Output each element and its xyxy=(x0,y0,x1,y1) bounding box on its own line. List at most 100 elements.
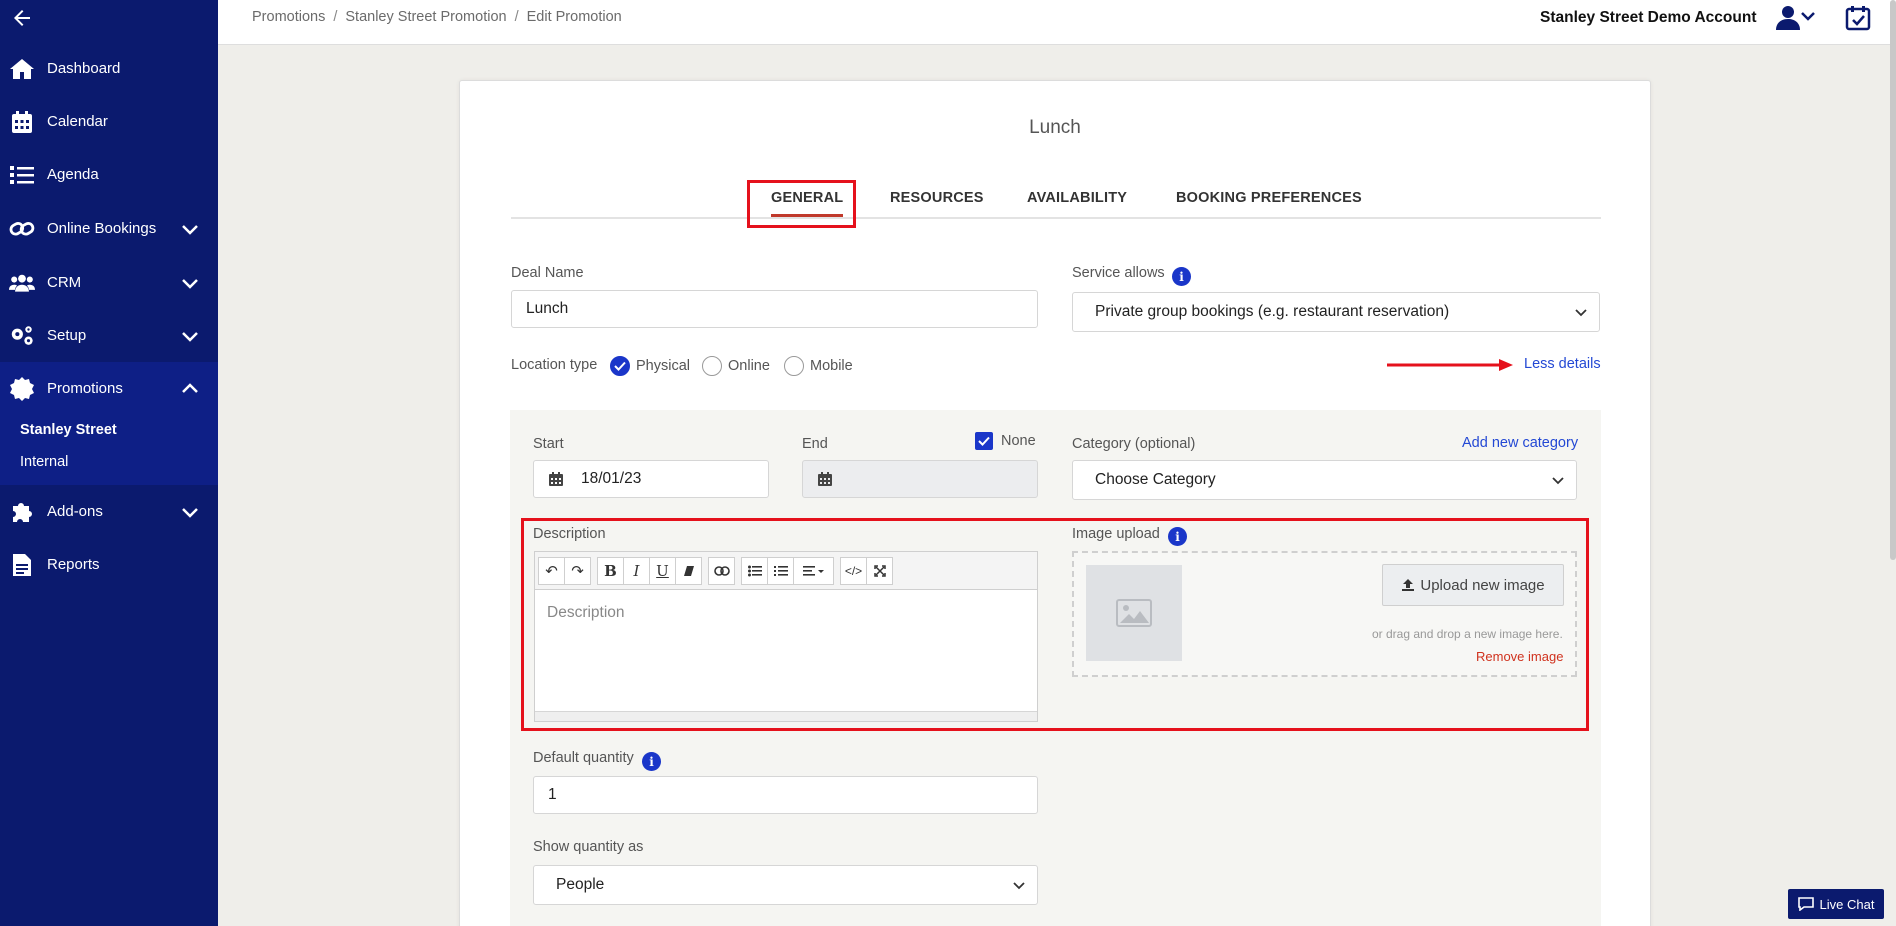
link-icon xyxy=(9,216,35,242)
checkbox-checked-icon xyxy=(975,432,993,450)
image-placeholder-icon xyxy=(1086,565,1182,661)
breadcrumb: Promotions / Stanley Street Promotion / … xyxy=(252,9,622,25)
image-upload-label: Image upload xyxy=(1072,526,1160,542)
eraser-icon[interactable] xyxy=(675,557,702,585)
live-chat-label: Live Chat xyxy=(1819,896,1875,912)
badge-icon xyxy=(9,376,35,402)
sidebar-item-calendar[interactable]: Calendar xyxy=(0,95,218,148)
start-label: Start xyxy=(533,436,564,452)
sidebar-item-label: Agenda xyxy=(47,166,99,183)
fullscreen-icon[interactable] xyxy=(866,557,893,585)
sidebar-item-label: Reports xyxy=(47,556,100,573)
sidebar-item-label: Setup xyxy=(47,327,87,344)
file-icon xyxy=(9,552,35,578)
add-new-category-link[interactable]: Add new category xyxy=(1462,435,1578,451)
default-quantity-label: Default quantity xyxy=(533,750,634,766)
submenu-item-stanley-street[interactable]: Stanley Street xyxy=(20,422,117,438)
upload-new-image-button[interactable]: Upload new image xyxy=(1382,564,1564,606)
end-date-input[interactable] xyxy=(802,460,1038,498)
location-option-label: Mobile xyxy=(810,358,853,374)
info-icon[interactable]: i xyxy=(642,752,661,771)
location-radio-physical[interactable]: Physical xyxy=(610,356,690,376)
category-value: Choose Category xyxy=(1095,471,1216,488)
location-radio-online[interactable]: Online xyxy=(702,356,770,376)
code-view-icon[interactable]: </> xyxy=(840,557,867,585)
numbered-list-icon[interactable] xyxy=(767,557,794,585)
link-icon[interactable] xyxy=(708,557,735,585)
chat-icon xyxy=(1797,897,1814,911)
tab-availability[interactable]: AVAILABILITY xyxy=(1027,190,1127,206)
sidebar-item-label: Calendar xyxy=(47,113,108,130)
start-date-value: 18/01/23 xyxy=(581,470,642,487)
italic-icon[interactable]: I xyxy=(623,557,650,585)
sidebar-item-add-ons[interactable]: Add-ons xyxy=(0,485,218,538)
submenu-item-internal[interactable]: Internal xyxy=(20,454,68,470)
puzzle-icon xyxy=(9,499,35,525)
deal-name-input[interactable]: Lunch xyxy=(511,290,1038,328)
category-label: Category (optional) xyxy=(1072,436,1196,452)
underline-icon[interactable]: U xyxy=(649,557,676,585)
category-select[interactable]: Choose Category xyxy=(1072,460,1577,500)
highlight-box-general-tab xyxy=(747,180,856,228)
breadcrumb-separator: / xyxy=(514,9,519,25)
service-allows-select[interactable]: Private group bookings (e.g. restaurant … xyxy=(1072,292,1600,332)
tab-bar: GENERAL RESOURCES AVAILABILITY BOOKING P… xyxy=(511,176,1601,219)
location-type-label: Location type xyxy=(511,357,598,373)
sidebar-item-promotions[interactable]: Promotions xyxy=(0,362,218,415)
sidebar-item-crm[interactable]: CRM xyxy=(0,256,218,309)
breadcrumb-promotions[interactable]: Promotions xyxy=(252,9,325,25)
sidebar-item-label: Dashboard xyxy=(47,60,121,77)
redo-icon[interactable]: ↷ xyxy=(564,557,591,585)
bullet-list-icon[interactable] xyxy=(741,557,768,585)
image-dropzone[interactable]: Upload new image or drag and drop a new … xyxy=(1072,551,1577,677)
sidebar-item-reports[interactable]: Reports xyxy=(0,538,218,591)
less-details-link[interactable]: Less details xyxy=(1524,356,1601,372)
page-scrollbar[interactable] xyxy=(1890,0,1896,560)
show-quantity-select[interactable]: People xyxy=(533,865,1038,905)
editor-toolbar: ↶ ↷ B I U </> xyxy=(535,552,1037,590)
radio-checked-icon xyxy=(610,356,630,376)
list-icon xyxy=(9,162,35,188)
location-radio-mobile[interactable]: Mobile xyxy=(784,356,853,376)
sidebar-item-label: Add-ons xyxy=(47,503,103,520)
show-quantity-value: People xyxy=(556,876,605,893)
sidebar-item-online-bookings[interactable]: Online Bookings xyxy=(0,202,218,255)
none-label: None xyxy=(1001,433,1036,449)
editor-resize-handle[interactable] xyxy=(535,711,1037,721)
default-quantity-input[interactable]: 1 xyxy=(533,776,1038,814)
tab-resources[interactable]: RESOURCES xyxy=(890,190,984,206)
sidebar-item-agenda[interactable]: Agenda xyxy=(0,148,218,201)
remove-image-link[interactable]: Remove image xyxy=(1476,649,1563,664)
tab-booking-preferences[interactable]: BOOKING PREFERENCES xyxy=(1176,190,1362,206)
home-icon xyxy=(9,56,35,82)
calendar-check-icon[interactable] xyxy=(1845,5,1871,31)
chevron-down-icon xyxy=(1552,477,1564,485)
live-chat-button[interactable]: Live Chat xyxy=(1788,889,1884,919)
user-menu-icon[interactable] xyxy=(1773,3,1819,33)
sidebar: Dashboard Calendar Agenda Online Booking… xyxy=(0,0,218,926)
description-textarea[interactable]: Description xyxy=(547,604,625,622)
chevron-down-icon xyxy=(182,224,198,235)
back-arrow-icon[interactable] xyxy=(10,6,34,30)
sidebar-item-label: CRM xyxy=(47,274,82,291)
info-icon[interactable]: i xyxy=(1172,267,1191,286)
end-label: End xyxy=(802,436,828,452)
calendar-icon xyxy=(818,472,832,486)
none-checkbox[interactable]: None xyxy=(975,432,1036,450)
gears-icon xyxy=(9,323,35,349)
info-icon[interactable]: i xyxy=(1168,527,1187,546)
users-icon xyxy=(9,270,35,296)
calendar-icon xyxy=(9,109,35,135)
align-dropdown-icon[interactable] xyxy=(793,557,834,585)
undo-icon[interactable]: ↶ xyxy=(538,557,565,585)
breadcrumb-stanley-street-promotion[interactable]: Stanley Street Promotion xyxy=(345,9,506,25)
sidebar-item-label: Online Bookings xyxy=(47,220,157,237)
location-option-label: Online xyxy=(728,358,770,374)
description-editor: ↶ ↷ B I U </> Description xyxy=(534,551,1038,722)
start-date-input[interactable]: 18/01/23 xyxy=(533,460,769,498)
bold-icon[interactable]: B xyxy=(597,557,624,585)
chevron-up-icon xyxy=(182,382,198,393)
breadcrumb-separator: / xyxy=(333,9,338,25)
sidebar-item-setup[interactable]: Setup xyxy=(0,309,218,362)
sidebar-item-dashboard[interactable]: Dashboard xyxy=(0,42,218,95)
